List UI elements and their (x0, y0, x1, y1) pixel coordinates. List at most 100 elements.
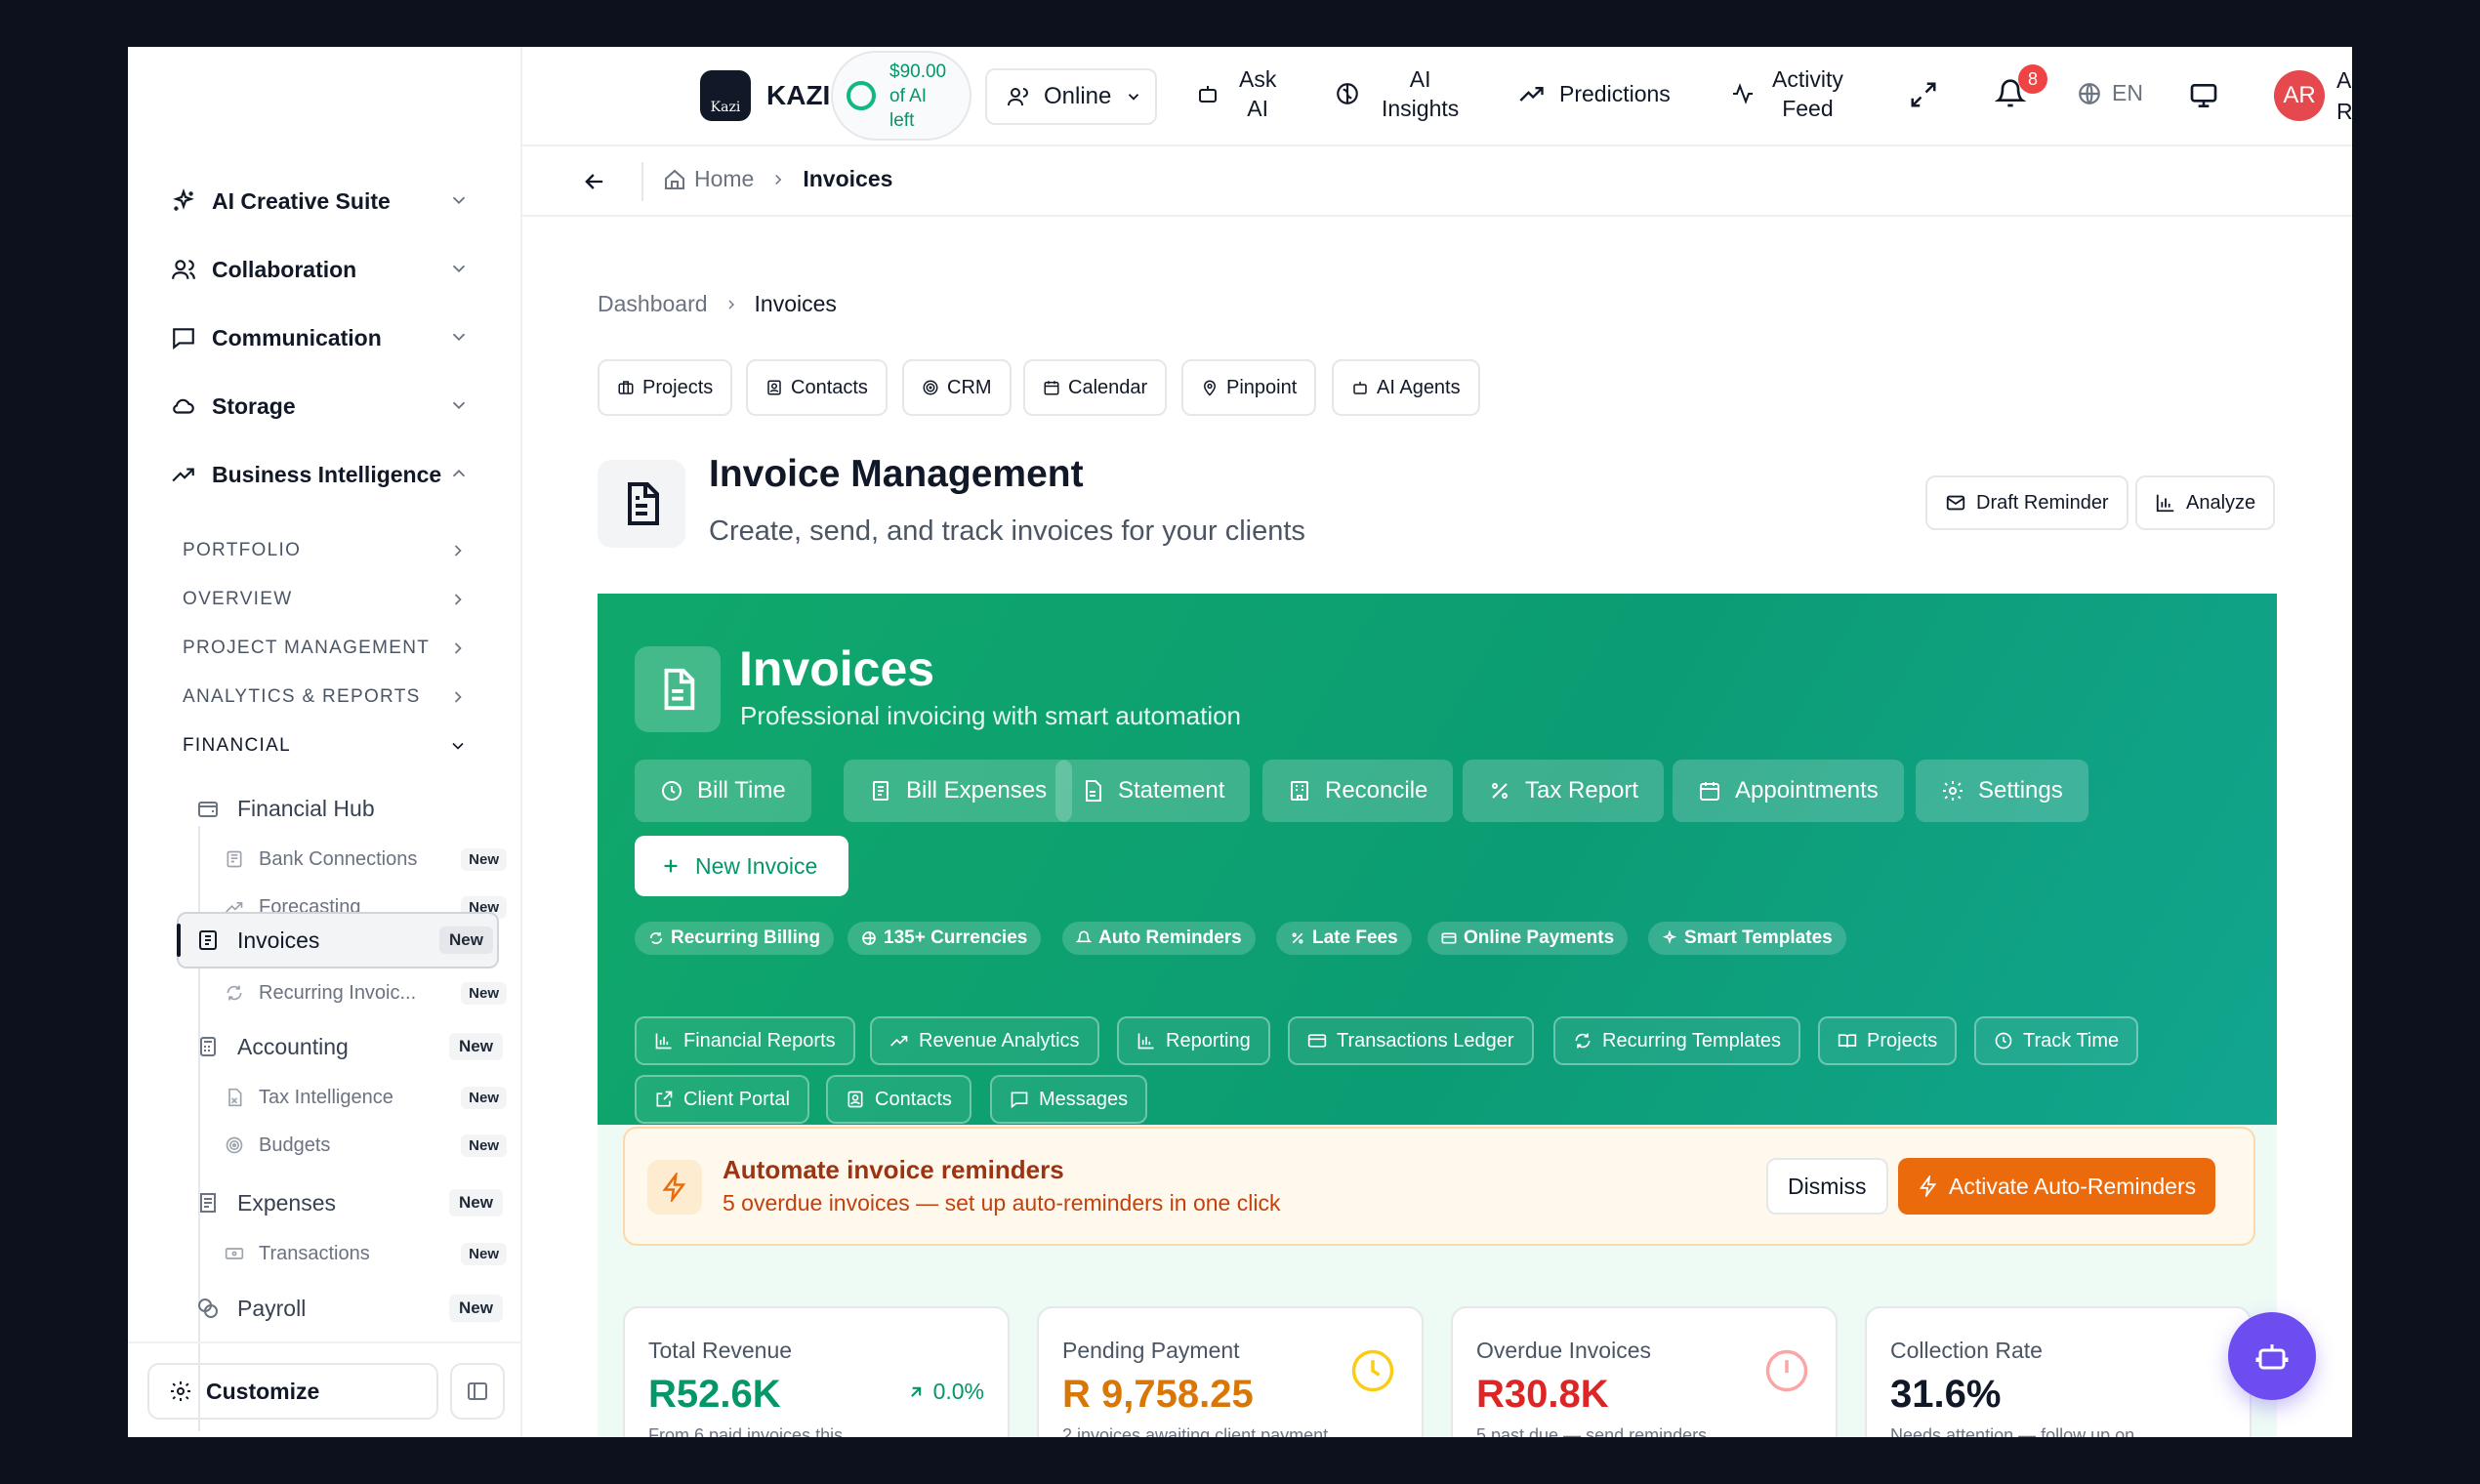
quick-link-ai-agents[interactable]: AI Agents (1332, 359, 1480, 416)
action-label: Bill Time (697, 777, 786, 804)
quick-link-projects[interactable]: Projects (598, 359, 733, 416)
sidebar-section-analytics-reports[interactable]: ANALYTICS & REPORTS (183, 678, 505, 717)
target-icon (222, 1135, 247, 1155)
item-label: Accounting (237, 1033, 349, 1059)
sidebar-item-payroll[interactable]: Payroll New (194, 1283, 503, 1334)
back-arrow-icon[interactable] (581, 168, 608, 195)
tax-report-button[interactable]: Tax Report (1463, 760, 1665, 822)
link-client-portal[interactable]: Client Portal (635, 1075, 809, 1124)
sidebar-group-storage[interactable]: Storage (169, 383, 511, 430)
ask-ai-button[interactable]: Ask AI (1196, 64, 1276, 123)
link-revenue-analytics[interactable]: Revenue Analytics (870, 1016, 1099, 1065)
quick-link-pinpoint[interactable]: Pinpoint (1181, 359, 1317, 416)
language-selector[interactable]: EN (2077, 80, 2143, 106)
predictions-button[interactable]: Predictions (1518, 80, 1671, 107)
bill-time-button[interactable]: Bill Time (635, 760, 811, 822)
activate-auto-reminders-button[interactable]: Activate Auto-Reminders (1898, 1158, 2216, 1215)
draft-reminder-label: Draft Reminder (1976, 491, 2109, 514)
sidebar-item-expenses[interactable]: Expenses New (194, 1177, 503, 1228)
chip-label: Smart Templates (1684, 928, 1833, 948)
sidebar-section-project-management[interactable]: PROJECT MANAGEMENT (183, 629, 505, 668)
breadcrumb-dashboard[interactable]: Dashboard (598, 291, 708, 317)
stat-subtext: 5 past due — send reminders (1476, 1425, 1708, 1437)
bill-expenses-button[interactable]: Bill Expenses (844, 760, 1073, 822)
link-reporting[interactable]: Reporting (1117, 1016, 1270, 1065)
language-label: EN (2112, 80, 2143, 105)
link-contacts[interactable]: Contacts (826, 1075, 971, 1124)
ai-insights-button[interactable]: AI Insights (1335, 64, 1459, 123)
sidebar-item-bank-connections[interactable]: Bank Connections New (222, 838, 507, 881)
sidebar-section-portfolio[interactable]: PORTFOLIO (183, 531, 505, 570)
analyze-button[interactable]: Analyze (2135, 475, 2276, 530)
link-messages[interactable]: Messages (990, 1075, 1148, 1124)
section-label: OVERVIEW (183, 589, 293, 609)
sidebar-item-accounting[interactable]: Accounting New (194, 1021, 503, 1072)
user-avatar[interactable]: AR (2274, 70, 2325, 121)
stat-card-pending-payment: Pending Payment R 9,758.25 2 invoices aw… (1037, 1306, 1424, 1437)
top-bar: Kazi KAZI $90.00 of AI left Online Ask AI… (522, 47, 2352, 146)
new-badge: New (461, 1134, 507, 1157)
sidebar-item-recurring-invoices[interactable]: Recurring Invoic... New (222, 971, 507, 1014)
statement-button[interactable]: Statement (1055, 760, 1251, 822)
collapse-sidebar-button[interactable] (450, 1363, 505, 1420)
ai-credits-pill[interactable]: $90.00 of AI left (831, 51, 971, 141)
refresh-icon (222, 983, 247, 1003)
new-badge: New (449, 1295, 503, 1322)
customize-button[interactable]: Customize (147, 1363, 438, 1420)
divider (128, 1341, 520, 1343)
sidebar-item-invoices[interactable]: Invoices New (194, 915, 493, 966)
home-icon (663, 168, 686, 191)
quick-link-contacts[interactable]: Contacts (746, 359, 888, 416)
activate-label: Activate Auto-Reminders (1949, 1173, 2197, 1199)
link-track-time[interactable]: Track Time (1974, 1016, 2139, 1065)
new-invoice-button[interactable]: New Invoice (635, 836, 848, 896)
file-tax-icon (222, 1088, 247, 1107)
breadcrumb-home[interactable]: Home (694, 166, 754, 192)
sidebar-item-tax-intelligence[interactable]: Tax Intelligence New (222, 1076, 507, 1119)
credits-line: of AI (889, 85, 928, 106)
action-label: Bill Expenses (906, 777, 1048, 804)
link-transactions-ledger[interactable]: Transactions Ledger (1288, 1016, 1534, 1065)
sidebar-item-financial-hub[interactable]: Financial Hub (194, 783, 503, 834)
ai-assistant-fab[interactable] (2228, 1312, 2316, 1400)
fullscreen-button[interactable] (1909, 80, 1938, 109)
section-label: FINANCIAL (183, 735, 291, 756)
appointments-button[interactable]: Appointments (1673, 760, 1904, 822)
notifications-button[interactable]: 8 (1995, 64, 2047, 109)
link-recurring-templates[interactable]: Recurring Templates (1553, 1016, 1801, 1065)
stat-label: Total Revenue (648, 1338, 793, 1363)
sidebar-item-transactions[interactable]: Transactions New (222, 1232, 507, 1275)
sidebar-group-label: Collaboration (212, 256, 357, 282)
draft-reminder-button[interactable]: Draft Reminder (1925, 475, 2129, 530)
sidebar-group-communication[interactable]: Communication (169, 314, 511, 361)
action-label: Statement (1118, 777, 1225, 804)
settings-button[interactable]: Settings (1916, 760, 2088, 822)
target-icon (922, 379, 939, 396)
link-projects[interactable]: Projects (1818, 1016, 1958, 1065)
sidebar-group-business-intelligence[interactable]: Business Intelligence (169, 451, 511, 498)
status-dropdown[interactable]: Online (985, 68, 1157, 125)
credit-card-icon (1441, 930, 1457, 946)
activity-feed-button[interactable]: Activity Feed (1731, 64, 1843, 123)
sidebar-section-overview[interactable]: OVERVIEW (183, 580, 505, 619)
sidebar-group-collaboration[interactable]: Collaboration (169, 246, 511, 293)
quick-link-calendar[interactable]: Calendar (1023, 359, 1168, 416)
dismiss-button[interactable]: Dismiss (1766, 1158, 1888, 1215)
message-square-icon (1010, 1090, 1029, 1109)
sidebar-section-financial[interactable]: FINANCIAL (183, 726, 505, 765)
stat-value: 31.6% (1890, 1373, 2002, 1416)
quick-link-crm[interactable]: CRM (902, 359, 1012, 416)
display-button[interactable] (2188, 80, 2219, 111)
app-logo[interactable]: Kazi KAZI (700, 70, 830, 121)
link-financial-reports[interactable]: Financial Reports (635, 1016, 855, 1065)
chevron-right-icon (769, 171, 787, 188)
analyze-label: Analyze (2186, 491, 2256, 514)
reconcile-button[interactable]: Reconcile (1262, 760, 1454, 822)
page-breadcrumb: Dashboard Invoices (598, 291, 837, 317)
map-pin-icon (1201, 379, 1219, 396)
link-label: Track Time (2023, 1029, 2120, 1051)
percent-icon (1488, 779, 1511, 803)
sidebar-item-budgets[interactable]: Budgets New (222, 1124, 507, 1167)
sidebar-group-ai-creative-suite[interactable]: AI Creative Suite (169, 178, 511, 225)
globe-icon (861, 930, 877, 946)
